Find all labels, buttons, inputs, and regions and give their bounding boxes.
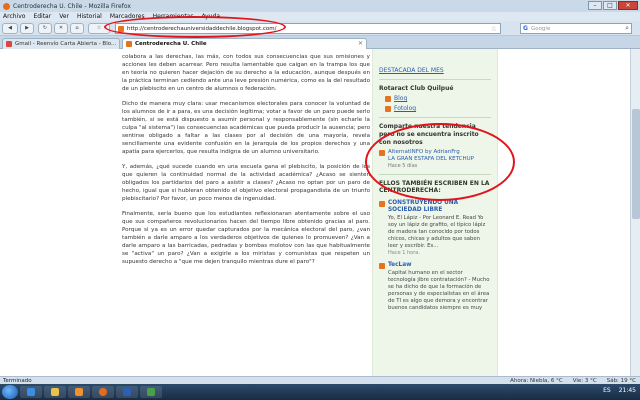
menu-bar: Archivo Editar Ver Historial Marcadores … — [0, 12, 640, 21]
article-paragraph: Y, además, ¿qué sucede cuando en una esc… — [122, 164, 370, 202]
vertical-scrollbar[interactable] — [630, 49, 640, 376]
followers-title: Comparte nuestra tendencia pero no se en… — [379, 123, 479, 146]
blogger-icon — [385, 105, 391, 112]
start-button[interactable] — [2, 385, 18, 399]
feed-description: Capital humano en el sector tecnología j… — [388, 270, 490, 311]
feed-meta: Hace 1 hora. — [388, 250, 420, 256]
tab-label: Centroderecha U. Chile — [135, 41, 207, 47]
scrollbar-thumb[interactable] — [632, 109, 640, 219]
taskbar-paint-icon[interactable] — [140, 386, 162, 398]
page-left-margin — [0, 49, 108, 376]
weather-sat: Sáb: 19 °C — [606, 377, 636, 384]
search-placeholder[interactable]: Google — [531, 26, 550, 32]
weather-fri: Vie: 3 °C — [572, 377, 597, 384]
feed-description: Yo, El Lápiz - Por Leonard E. Read Yo so… — [388, 215, 486, 249]
club-item-fotolog[interactable]: Fotolog — [385, 105, 491, 112]
club-item-blog[interactable]: Blog — [385, 95, 491, 102]
url-bar[interactable]: http://centroderechauniversidaddechile.b… — [115, 23, 501, 34]
menu-marcadores[interactable]: Marcadores — [110, 13, 145, 20]
home-button[interactable]: ⌂ — [70, 23, 84, 34]
club-item-label[interactable]: Blog — [394, 95, 407, 102]
bookmark-star-icon[interactable]: ☆ — [88, 23, 110, 34]
page-right-margin — [499, 49, 640, 376]
follower-entry[interactable]: AlternatINFO by AdrianFrg LA GRAN ESTAFA… — [379, 149, 491, 169]
window-title: Centroderecha U. Chile - Mozilla Firefox — [13, 2, 131, 10]
article-paragraph: colabora a las derechas, las más, con to… — [122, 54, 370, 92]
window-titlebar: Centroderecha U. Chile - Mozilla Firefox… — [0, 0, 640, 12]
firefox-icon — [3, 2, 10, 10]
follower-meta: Hace 5 días — [388, 163, 418, 169]
menu-ver[interactable]: Ver — [59, 13, 69, 20]
tab-bar: Gmail - Reenvío Carta Abierta - Blo... C… — [0, 36, 640, 49]
feed-title[interactable]: TecLaw — [388, 262, 491, 269]
feed-item[interactable]: TecLaw Capital humano en el sector tecno… — [379, 262, 491, 312]
tab-label: Gmail - Reenvío Carta Abierta - Blo... — [15, 41, 117, 47]
page-viewport: colabora a las derechas, las más, con to… — [0, 49, 640, 376]
tab-gmail[interactable]: Gmail - Reenvío Carta Abierta - Blo... — [2, 38, 120, 49]
search-icon[interactable]: ⌕ — [625, 24, 629, 33]
menu-historial[interactable]: Historial — [77, 13, 102, 20]
also-writing-title: ELLOS TAMBIÉN ESCRIBEN EN LA CENTRODEREC… — [379, 180, 490, 194]
clock[interactable]: 21:45 — [619, 387, 636, 394]
blogger-icon — [385, 95, 391, 102]
window-controls: – □ ✕ — [588, 1, 638, 10]
weather-forecast: Ahora: Niebla, 6 °C Vie: 3 °C Sáb: 19 °C — [510, 378, 636, 384]
back-button[interactable]: ◀ — [2, 23, 18, 34]
taskbar-folder-icon[interactable] — [44, 386, 66, 398]
divider — [379, 117, 491, 118]
star-icon[interactable]: ☆ — [491, 25, 497, 33]
follower-subtitle[interactable]: LA GRAN ESTAFA DEL KETCHUP — [388, 156, 474, 163]
forward-button[interactable]: ▶ — [20, 23, 34, 34]
blogger-icon — [126, 41, 132, 47]
taskbar-media-icon[interactable] — [68, 386, 90, 398]
article-body: colabora a las derechas, las más, con to… — [112, 49, 380, 376]
status-text: Terminado — [3, 377, 32, 384]
system-tray: ES 21:45 — [603, 387, 636, 394]
follower-title[interactable]: AlternatINFO by AdrianFrg — [388, 149, 474, 156]
blogger-icon — [379, 201, 385, 207]
gmail-icon — [6, 41, 12, 47]
url-text[interactable]: http://centroderechauniversidaddechile.b… — [127, 26, 277, 32]
status-bar: Terminado Ahora: Niebla, 6 °C Vie: 3 °C … — [0, 376, 640, 384]
feed-title[interactable]: CONSTRUYENDO UNA SOCIEDAD LIBRE — [388, 200, 491, 214]
menu-archivo[interactable]: Archivo — [3, 13, 25, 20]
menu-herramientas[interactable]: Herramientas — [153, 13, 194, 20]
close-tab-icon[interactable]: ✕ — [358, 40, 363, 47]
blogger-favicon-icon — [118, 25, 124, 32]
weather-now: Ahora: Niebla, 6 °C — [510, 377, 563, 384]
google-icon: G — [523, 25, 528, 32]
divider — [379, 174, 491, 175]
language-indicator[interactable]: ES — [603, 387, 611, 394]
close-button[interactable]: ✕ — [618, 1, 638, 10]
blog-sidebar: DESTACADA DEL MES Rotaract Club Quilpué … — [372, 49, 498, 376]
menu-ayuda[interactable]: Ayuda — [201, 13, 220, 20]
club-item-label[interactable]: Fotolog — [394, 105, 416, 112]
maximize-button[interactable]: □ — [603, 1, 617, 10]
club-title: Rotaract Club Quilpué — [379, 85, 454, 92]
windows-taskbar: ES 21:45 — [0, 384, 640, 400]
tab-centroderecha[interactable]: Centroderecha U. Chile ✕ — [122, 38, 367, 49]
stop-button[interactable]: ✕ — [54, 23, 68, 34]
feed-item[interactable]: CONSTRUYENDO UNA SOCIEDAD LIBRE Yo, El L… — [379, 200, 491, 256]
blogger-icon — [379, 150, 385, 156]
navigation-toolbar: ◀ ▶ ↻ ✕ ⌂ ☆ http://centroderechauniversi… — [0, 21, 640, 36]
article-paragraph: Finalmente, sería bueno que los estudian… — [122, 211, 370, 265]
taskbar-firefox-icon[interactable] — [92, 386, 114, 398]
blogger-icon — [379, 263, 385, 269]
destacada-link[interactable]: DESTACADA DEL MES — [379, 67, 491, 74]
taskbar-word-icon[interactable] — [116, 386, 138, 398]
minimize-button[interactable]: – — [588, 1, 602, 10]
menu-editar[interactable]: Editar — [33, 13, 51, 20]
taskbar-ie-icon[interactable] — [20, 386, 42, 398]
search-box[interactable]: G Google ⌕ — [520, 23, 632, 34]
article-paragraph: Dicho de manera muy clara: usar mecanism… — [122, 101, 370, 155]
reload-button[interactable]: ↻ — [38, 23, 52, 34]
divider — [379, 79, 491, 80]
